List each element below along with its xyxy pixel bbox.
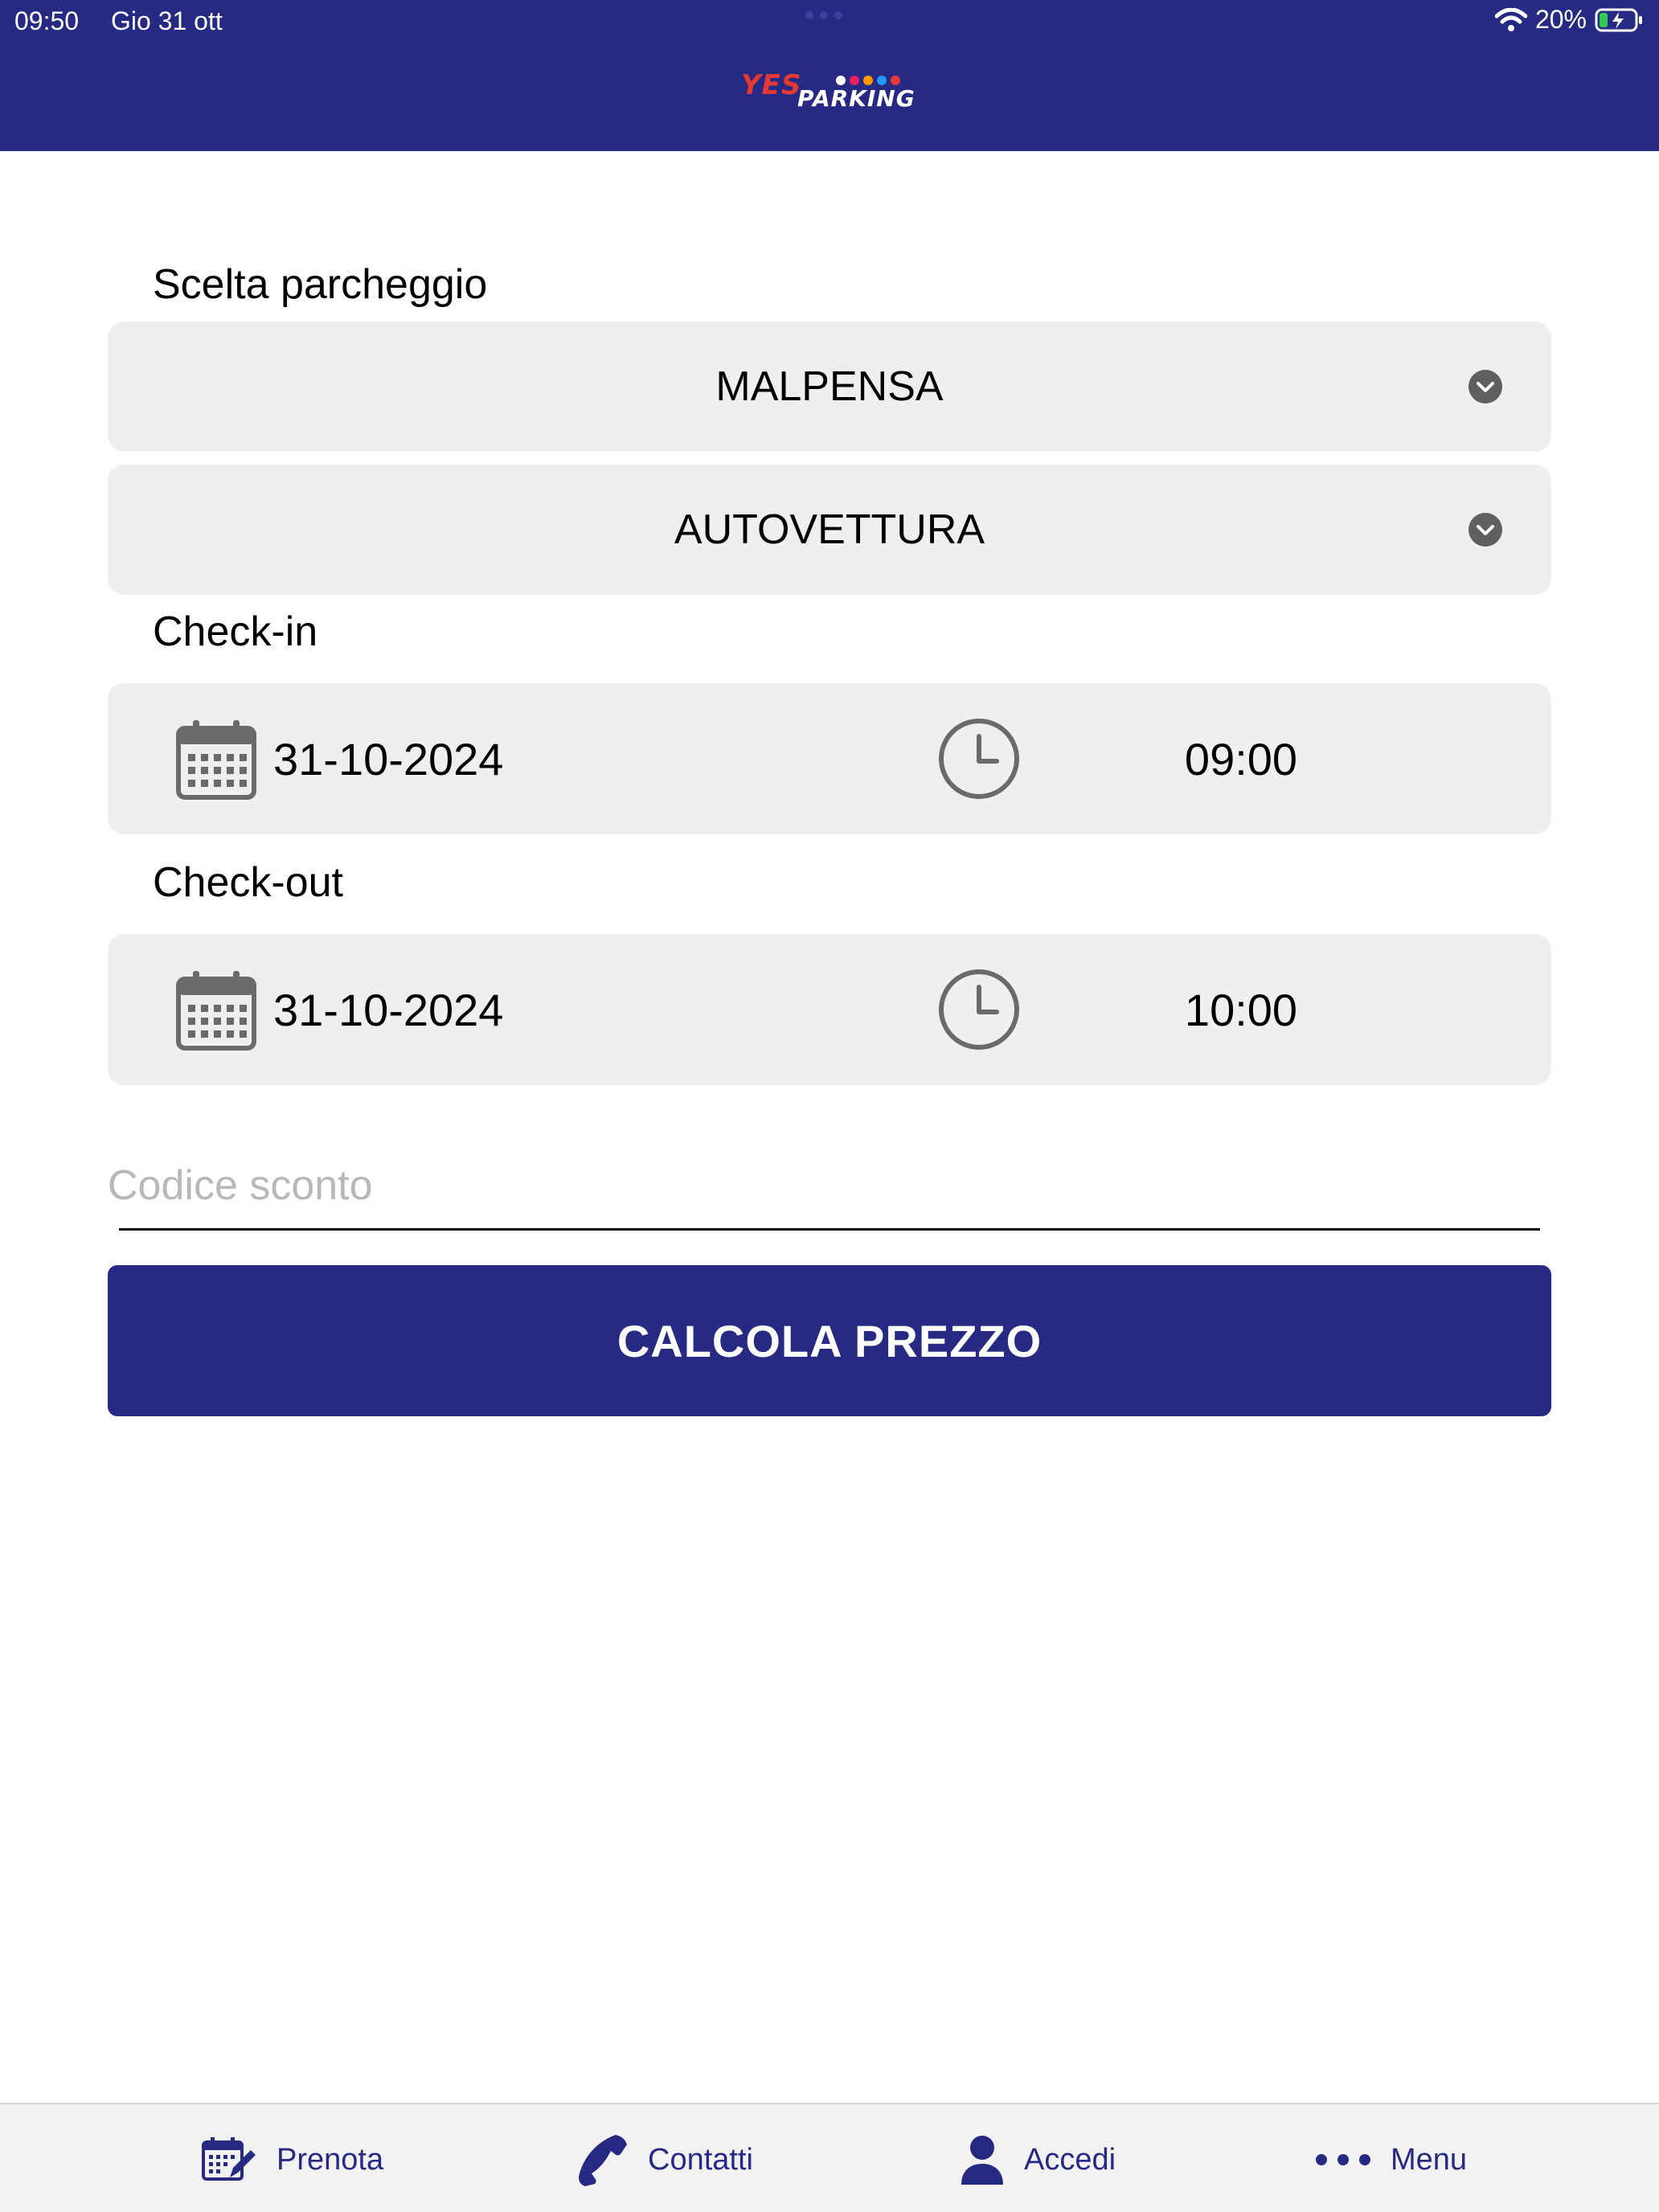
checkout-date[interactable]: 31-10-2024 (273, 984, 503, 1036)
checkout-time[interactable]: 10:00 (1153, 984, 1329, 1036)
bottom-tab-bar: Prenota Contatti Accedi Menu (0, 2103, 1659, 2212)
status-indicators: 20% (1494, 5, 1645, 35)
parking-select[interactable]: MALPENSA (108, 322, 1551, 452)
logo-yes-text: YES (741, 69, 802, 101)
checkout-row: 31-10-2024 10:00 (108, 934, 1551, 1085)
battery-percentage: 20% (1534, 5, 1587, 34)
calendar-icon[interactable] (175, 719, 257, 801)
chevron-down-icon (1469, 370, 1502, 403)
multitasking-dots-icon[interactable] (805, 11, 842, 19)
calendar-edit-icon (202, 2137, 256, 2181)
tab-label-menu: Menu (1391, 2142, 1468, 2177)
chevron-down-icon (1469, 513, 1502, 547)
logo-dots-icon (836, 76, 900, 85)
parking-choice-label: Scelta parcheggio (153, 261, 488, 308)
vehicle-select[interactable]: AUTOVETTURA (108, 465, 1551, 595)
clock-icon[interactable] (937, 717, 1021, 801)
status-date: Gio 31 ott (111, 6, 223, 35)
checkin-date[interactable]: 31-10-2024 (273, 733, 503, 785)
tab-contatti[interactable]: Contatti (579, 2132, 753, 2188)
calculate-price-button[interactable]: CALCOLA PREZZO (108, 1265, 1551, 1416)
battery-charging-icon (1595, 8, 1642, 31)
more-dots-icon (1316, 2154, 1370, 2165)
vehicle-select-value: AUTOVETTURA (674, 506, 985, 553)
phone-icon (579, 2135, 627, 2186)
tab-label-contatti: Contatti (648, 2142, 753, 2177)
tab-label-accedi: Accedi (1024, 2142, 1116, 2177)
calendar-icon[interactable] (175, 969, 257, 1051)
checkin-row: 31-10-2024 09:00 (108, 683, 1551, 834)
discount-code-input[interactable] (108, 1141, 1551, 1230)
app-header: 09:50 Gio 31 ott 20% YES PARKING (0, 0, 1659, 151)
checkout-label: Check-out (153, 859, 343, 906)
discount-underline (119, 1228, 1540, 1231)
tab-prenota[interactable]: Prenota (201, 2132, 383, 2188)
checkin-label: Check-in (153, 608, 318, 655)
clock-icon[interactable] (937, 968, 1021, 1051)
status-time: 09:50 (14, 6, 80, 35)
tab-accedi[interactable]: Accedi (960, 2132, 1116, 2188)
tab-menu[interactable]: Menu (1315, 2132, 1467, 2188)
user-icon (961, 2136, 1003, 2185)
status-bar: 09:50 Gio 31 ott 20% (0, 0, 1659, 42)
wifi-icon (1494, 7, 1527, 31)
logo-parking-text: PARKING (797, 85, 916, 112)
parking-select-value: MALPENSA (715, 363, 944, 410)
yes-parking-logo: YES PARKING (738, 68, 923, 124)
checkin-time[interactable]: 09:00 (1153, 733, 1329, 785)
tab-label-prenota: Prenota (276, 2142, 384, 2177)
